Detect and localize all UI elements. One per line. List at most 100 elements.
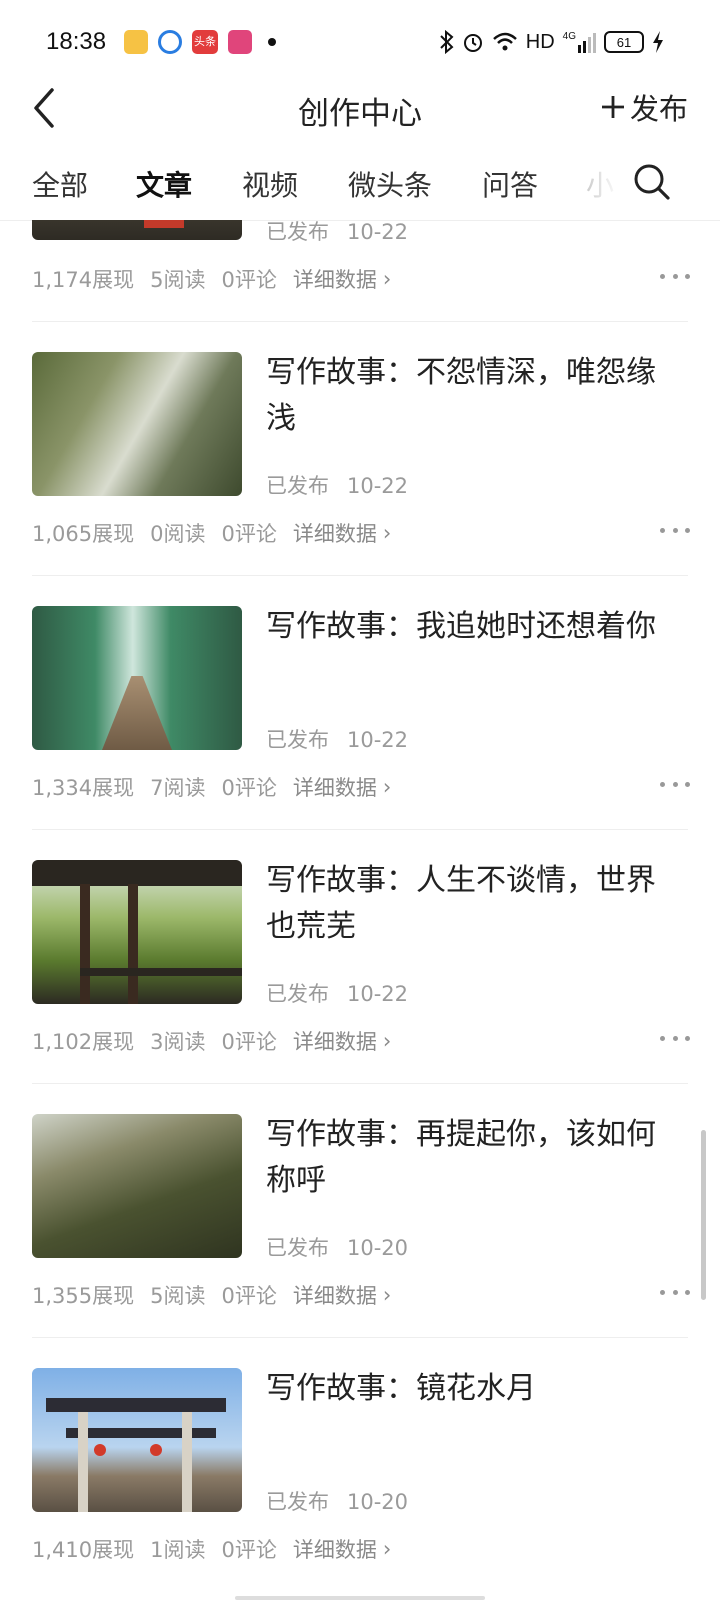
article-status: 已发布 — [266, 220, 329, 244]
divider — [32, 321, 688, 322]
reads-count: 5阅读 — [150, 1284, 206, 1308]
reads-count: 7阅读 — [150, 776, 206, 800]
article-stats: 1,355展现 5阅读 0评论 详细数据 › — [32, 1280, 407, 1310]
more-options-icon[interactable] — [660, 271, 690, 281]
article-title[interactable]: 写作故事：镜花水月 — [266, 1366, 661, 1412]
divider — [32, 1083, 688, 1084]
more-options-icon[interactable] — [660, 1033, 690, 1043]
article-title[interactable]: 写作故事：再提起你，该如何称呼 — [266, 1112, 661, 1204]
views-count: 1,102展现 — [32, 1030, 135, 1054]
home-indicator — [235, 1596, 485, 1600]
browser-app-icon — [158, 30, 182, 54]
article-stats: 1,410展现 1阅读 0评论 详细数据 › — [32, 1534, 407, 1564]
views-count: 1,410展现 — [32, 1538, 135, 1562]
pink-app-icon — [228, 30, 252, 54]
divider — [32, 575, 688, 576]
article-meta: 已发布 10-20 — [266, 1486, 408, 1516]
bluetooth-icon — [440, 30, 454, 54]
publish-label: 发布 — [629, 92, 688, 126]
article-stats: 1,334展现 7阅读 0评论 详细数据 › — [32, 772, 407, 802]
article-stats: 1,102展现 3阅读 0评论 详细数据 › — [32, 1026, 407, 1056]
detail-data-link[interactable]: 详细数据 — [293, 264, 377, 294]
toutiao-app-icon: 头条 — [192, 30, 218, 54]
tab-videos[interactable]: 视频 — [242, 164, 298, 204]
comments-count: 0评论 — [221, 1538, 277, 1562]
article-meta: 已发布 10-22 — [266, 220, 408, 246]
article-meta: 已发布 10-22 — [266, 470, 408, 500]
divider — [32, 1337, 688, 1338]
article-date: 10-22 — [347, 982, 409, 1006]
chevron-right-icon: › — [382, 1283, 392, 1307]
comments-count: 0评论 — [221, 1284, 277, 1308]
detail-data-link[interactable]: 详细数据 — [293, 1280, 377, 1310]
article-date: 10-22 — [347, 728, 409, 752]
reads-count: 1阅读 — [150, 1538, 206, 1562]
article-title[interactable]: 写作故事：人生不谈情，世界也荒芜 — [266, 858, 661, 950]
alarm-icon — [463, 34, 482, 52]
detail-data-link[interactable]: 详细数据 — [293, 518, 377, 548]
article-stats: 1,174展现 5阅读 0评论 详细数据 › — [32, 264, 407, 294]
signal-icon: 4G — [563, 31, 596, 53]
article-title[interactable]: 写作故事：不怨情深，唯怨缘浅 — [266, 350, 661, 442]
publish-button[interactable]: 发布 — [600, 86, 688, 128]
article-date: 10-22 — [347, 474, 409, 498]
search-icon[interactable] — [632, 162, 672, 202]
article-status: 已发布 — [266, 728, 329, 752]
article-date: 10-20 — [347, 1236, 409, 1260]
chevron-right-icon: › — [382, 521, 392, 545]
views-count: 1,065展现 — [32, 522, 135, 546]
detail-data-link[interactable]: 详细数据 — [293, 772, 377, 802]
comments-count: 0评论 — [221, 776, 277, 800]
notes-app-icon — [124, 30, 148, 54]
article-thumbnail — [32, 860, 242, 1004]
charging-icon — [653, 31, 663, 53]
article-status: 已发布 — [266, 1236, 329, 1260]
notification-dot — [268, 38, 276, 46]
tab-articles[interactable]: 文章 — [136, 164, 192, 204]
reads-count: 5阅读 — [150, 268, 206, 292]
comments-count: 0评论 — [221, 522, 277, 546]
content-tabs: 全部 文章 视频 微头条 问答 小 — [0, 146, 720, 221]
battery-icon: 61 — [604, 31, 644, 53]
article-meta: 已发布 10-22 — [266, 978, 408, 1008]
article-status: 已发布 — [266, 474, 329, 498]
reads-count: 0阅读 — [150, 522, 206, 546]
chevron-right-icon: › — [382, 267, 392, 291]
views-count: 1,334展现 — [32, 776, 135, 800]
status-time: 18:38 — [46, 28, 107, 55]
more-options-icon[interactable] — [660, 1287, 690, 1297]
signal-label: 4G — [562, 31, 576, 42]
chevron-right-icon: › — [382, 775, 392, 799]
plus-icon — [601, 96, 624, 118]
wifi-icon — [492, 32, 517, 51]
tab-micro-posts[interactable]: 微头条 — [348, 164, 432, 204]
hd-indicator: HD — [525, 30, 555, 53]
comments-count: 0评论 — [221, 1030, 277, 1054]
detail-data-link[interactable]: 详细数据 — [293, 1026, 377, 1056]
status-indicators: HD 4G 61 — [440, 24, 664, 60]
article-thumbnail — [32, 352, 242, 496]
more-options-icon[interactable] — [660, 779, 690, 789]
nav-bar: 创作中心 发布 — [0, 70, 720, 147]
more-options-icon[interactable] — [660, 525, 690, 535]
tab-qa[interactable]: 问答 — [482, 164, 538, 204]
comments-count: 0评论 — [221, 268, 277, 292]
tab-all[interactable]: 全部 — [32, 164, 88, 204]
article-date: 10-22 — [347, 220, 409, 244]
views-count: 1,355展现 — [32, 1284, 135, 1308]
scrollbar[interactable] — [701, 1130, 706, 1300]
detail-data-link[interactable]: 详细数据 — [293, 1534, 377, 1564]
article-thumbnail — [32, 1368, 242, 1512]
article-thumbnail — [32, 220, 242, 240]
article-status: 已发布 — [266, 1490, 329, 1514]
article-meta: 已发布 10-20 — [266, 1232, 408, 1262]
article-stats: 1,065展现 0阅读 0评论 详细数据 › — [32, 518, 407, 548]
article-list: 已发布 10-22 1,174展现 5阅读 0评论 详细数据 › 写作故事：不怨情深… — [0, 220, 720, 1600]
chevron-right-icon: › — [382, 1029, 392, 1053]
views-count: 1,174展现 — [32, 268, 135, 292]
chevron-right-icon: › — [382, 1537, 392, 1561]
reads-count: 3阅读 — [150, 1030, 206, 1054]
article-thumbnail — [32, 1114, 242, 1258]
article-title[interactable]: 写作故事：我追她时还想着你 — [266, 604, 661, 650]
tabs-fade — [575, 146, 620, 218]
